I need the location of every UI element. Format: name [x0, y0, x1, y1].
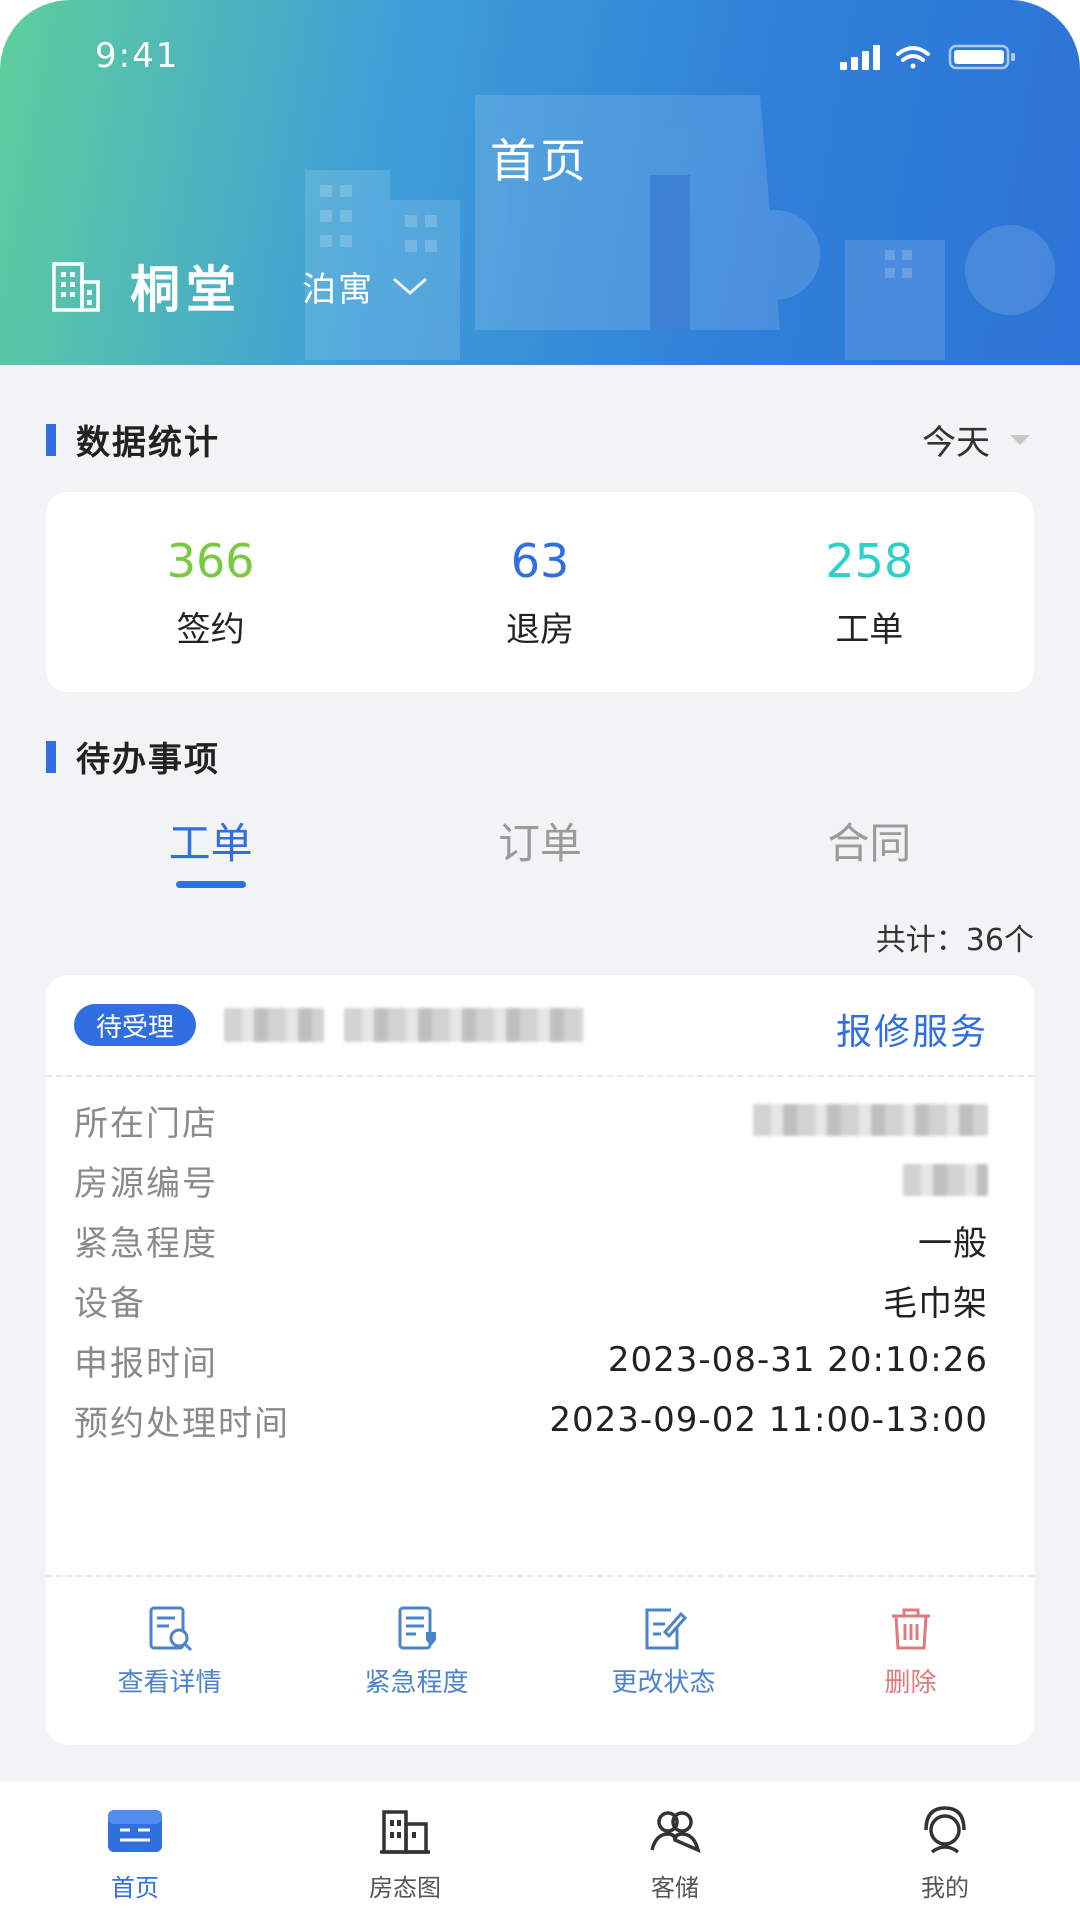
nav-customers[interactable]: 客储 — [540, 1781, 810, 1920]
battery-icon — [948, 44, 1015, 70]
tab-label: 工单 — [168, 819, 253, 868]
total-count: 共计：36个 — [875, 923, 1034, 958]
buildings-icon — [380, 1809, 430, 1854]
info-label: 房源编号 — [74, 1163, 218, 1204]
status-badge: 待受理 — [74, 1004, 197, 1046]
tab-orders[interactable]: 订单 — [375, 810, 704, 900]
info-label: 设备 — [74, 1283, 146, 1324]
action-label: 删除 — [884, 1667, 937, 1698]
tab-contracts[interactable]: 合同 — [705, 810, 1034, 900]
redacted-value — [753, 1104, 988, 1136]
stat-value: 258 — [825, 533, 914, 588]
caret-down-icon — [1010, 434, 1030, 445]
urgency-icon — [398, 1606, 436, 1649]
profile-icon — [924, 1805, 966, 1853]
info-label: 申报时间 — [74, 1343, 218, 1384]
service-type-label: 报修服务 — [835, 1012, 988, 1053]
nav-label: 房态图 — [369, 1873, 441, 1902]
stat-work-orders[interactable]: 258 工单 — [705, 492, 1034, 692]
brand-label: 泊寓 — [302, 269, 374, 310]
redacted-text — [344, 1008, 585, 1042]
info-value: 一般 — [918, 1223, 988, 1264]
nav-profile[interactable]: 我的 — [810, 1781, 1080, 1920]
stat-value: 63 — [510, 533, 570, 588]
info-label: 紧急程度 — [74, 1223, 218, 1264]
bottom-tab-bar: 首页 房态图 客储 我的 — [0, 1780, 1080, 1920]
info-value: 2023-08-31 20:10:26 — [607, 1340, 988, 1380]
stats-section-title: 数据统计 — [76, 423, 220, 463]
stats-card: 366 签约 63 退房 258 工单 — [46, 492, 1034, 692]
todo-section-header: 待办事项 — [46, 732, 1030, 781]
signal-icon — [840, 45, 880, 70]
tab-work-orders[interactable]: 工单 — [46, 810, 375, 900]
redacted-value — [903, 1164, 988, 1196]
info-row-store: 所在门店 — [74, 1095, 988, 1145]
view-detail-icon — [149, 1606, 192, 1651]
info-label: 所在门店 — [74, 1103, 218, 1144]
todo-section-title: 待办事项 — [76, 740, 220, 780]
work-order-card[interactable]: 待受理 报修服务 所在门店 房源编号 紧急程度 一般 设备 毛巾架 申报时间 2… — [46, 975, 1034, 1745]
urgency-button[interactable]: 紧急程度 — [293, 1585, 540, 1715]
location-name: 桐堂 — [130, 261, 242, 319]
section-accent-bar — [46, 423, 56, 456]
nav-label: 我的 — [921, 1873, 969, 1902]
tab-label: 订单 — [497, 819, 582, 868]
active-tab-indicator — [175, 881, 246, 888]
wifi-icon — [896, 46, 930, 69]
building-icon — [52, 262, 100, 312]
header-banner: 9:41 首页 桐堂 泊寓 — [0, 0, 1080, 365]
action-label: 紧急程度 — [364, 1667, 469, 1698]
info-row-room-number: 房源编号 — [74, 1155, 988, 1205]
todo-tabs: 工单 订单 合同 — [46, 810, 1034, 900]
stat-label: 退房 — [505, 609, 574, 650]
info-row-report-time: 申报时间 2023-08-31 20:10:26 — [74, 1335, 988, 1385]
nav-label: 首页 — [111, 1873, 159, 1902]
edit-status-button[interactable]: 更改状态 — [540, 1585, 787, 1715]
status-bar-time: 9:41 — [95, 36, 180, 76]
brand-selector[interactable]: 泊寓 — [302, 262, 430, 311]
stat-label: 工单 — [835, 609, 904, 650]
customers-icon — [650, 1810, 701, 1853]
info-row-appointment-time: 预约处理时间 2023-09-02 11:00-13:00 — [74, 1395, 988, 1445]
trash-icon — [891, 1608, 930, 1649]
info-row-equipment: 设备 毛巾架 — [74, 1275, 988, 1325]
info-row-urgency: 紧急程度 一般 — [74, 1215, 988, 1265]
info-value: 2023-09-02 11:00-13:00 — [549, 1400, 988, 1440]
delete-button[interactable]: 删除 — [787, 1585, 1034, 1715]
period-label: 今天 — [922, 423, 990, 463]
action-label: 查看详情 — [117, 1667, 222, 1698]
section-accent-bar — [46, 740, 56, 773]
nav-home[interactable]: 首页 — [0, 1781, 270, 1920]
period-dropdown[interactable]: 今天 — [922, 415, 1030, 464]
tab-label: 合同 — [827, 819, 912, 868]
stat-signed[interactable]: 366 签约 — [46, 492, 375, 692]
home-icon — [108, 1809, 162, 1852]
work-order-actions: 查看详情 紧急程度 更改状态 删除 — [46, 1585, 1034, 1715]
edit-status-icon — [645, 1608, 687, 1649]
app-screen: 9:41 首页 桐堂 泊寓 数据统计 今天 366 签约 63 退房 258 工… — [0, 0, 1080, 1920]
stat-checkout[interactable]: 63 退房 — [375, 492, 704, 692]
chevron-down-icon — [393, 277, 427, 295]
dashed-divider — [46, 1075, 1034, 1077]
dashed-divider — [46, 1575, 1034, 1577]
stats-section-header: 数据统计 今天 — [46, 415, 1030, 464]
location-row: 桐堂 泊寓 — [48, 250, 430, 322]
view-detail-button[interactable]: 查看详情 — [46, 1585, 293, 1715]
nav-label: 客储 — [651, 1873, 699, 1902]
stat-label: 签约 — [176, 609, 245, 650]
action-label: 更改状态 — [611, 1667, 716, 1698]
redacted-text — [224, 1008, 325, 1042]
info-label: 预约处理时间 — [74, 1403, 290, 1444]
nav-room-status[interactable]: 房态图 — [270, 1781, 540, 1920]
info-value: 毛巾架 — [883, 1283, 988, 1324]
stat-value: 366 — [166, 533, 255, 588]
status-bar-icons — [840, 42, 1040, 76]
page-title: 首页 — [490, 134, 590, 188]
